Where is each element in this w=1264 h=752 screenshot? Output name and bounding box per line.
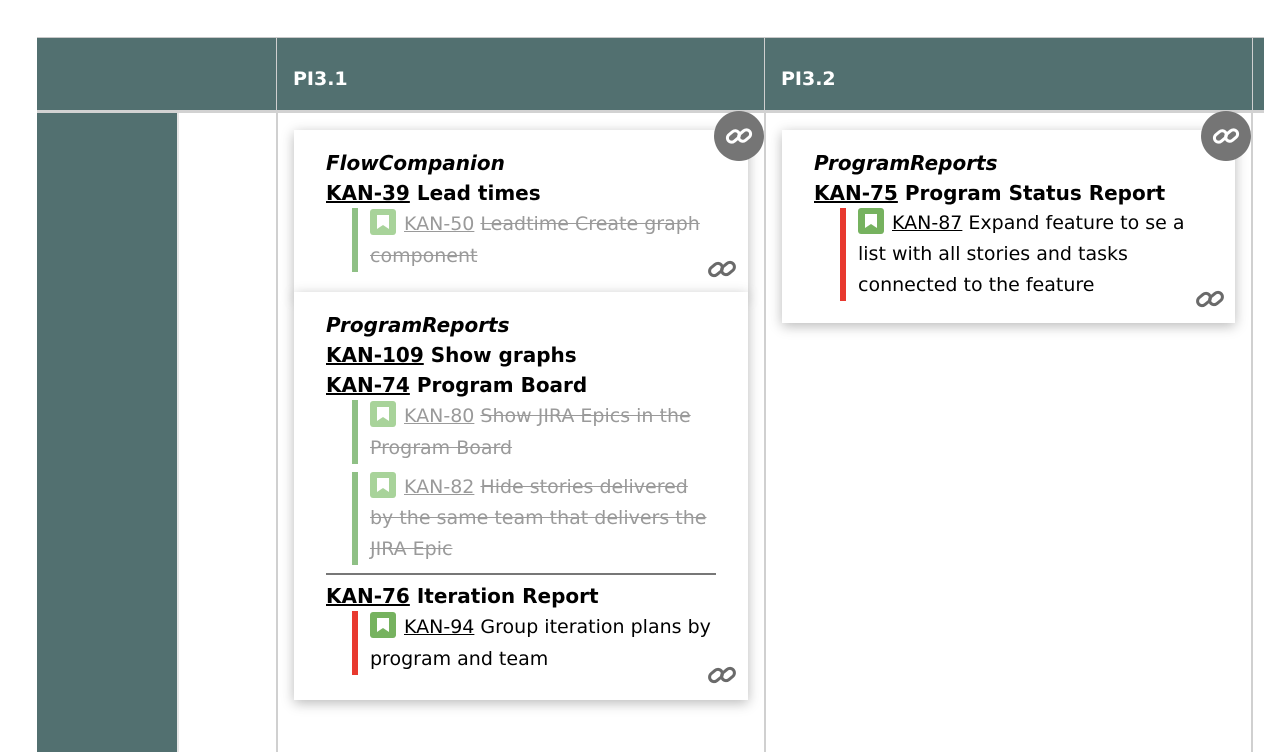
column-header-pi3-2: PI3.2 [764,38,1252,112]
project-name: FlowCompanion [326,151,505,175]
feature-key-link[interactable]: KAN-74 [326,373,410,397]
story-key-link[interactable]: KAN-80 [404,405,474,427]
column-header-label: PI3.1 [293,68,348,90]
bookmark-icon [858,208,884,234]
feature-row: KAN-76 Iteration Report [326,581,716,611]
feature-row: KAN-74 Program Board [326,370,716,400]
bookmark-icon [370,612,396,638]
column-divider [1251,113,1253,752]
header-divider [37,110,1264,113]
column-header-next [1252,38,1264,112]
column-header-label: PI3.2 [781,68,836,90]
project-name: ProgramReports [814,151,998,175]
feature-key-link[interactable]: KAN-75 [814,181,898,205]
column-divider [276,113,278,752]
project-name: ProgramReports [326,313,510,337]
link-icon[interactable] [707,254,737,284]
bookmark-icon [370,401,396,427]
bookmark-icon [370,209,396,235]
column-header-pi3-1: PI3.1 [276,38,764,112]
feature-title: Program Board [416,373,588,397]
feature-row: KAN-39 Lead times [326,178,716,208]
feature-key-link[interactable]: KAN-39 [326,181,410,205]
link-icon[interactable] [707,660,737,690]
feature-key-link[interactable]: KAN-76 [326,584,410,608]
story-item: KAN-82 Hide stories delivered by the sam… [352,472,716,565]
feature-title: Show graphs [430,343,577,367]
row-label [37,113,177,752]
feature-card[interactable]: FlowCompanion KAN-39 Lead times KAN-50 L… [294,130,748,296]
feature-card[interactable]: ProgramReports KAN-75 Program Status Rep… [782,130,1235,323]
story-item: KAN-87 Expand feature to se a list with … [840,208,1203,301]
feature-title: Lead times [416,181,541,205]
feature-title: Program Status Report [904,181,1166,205]
feature-row: KAN-75 Program Status Report [814,178,1203,208]
link-icon[interactable] [714,111,764,161]
link-icon[interactable] [1201,111,1251,161]
bookmark-icon [370,472,396,498]
feature-key-link[interactable]: KAN-109 [326,343,424,367]
story-item: KAN-94 Group iteration plans by program … [352,611,716,675]
link-icon[interactable] [1195,284,1225,314]
column-divider [177,113,179,752]
feature-row: KAN-109 Show graphs [326,340,716,370]
story-item: KAN-80 Show JIRA Epics in the Program Bo… [352,400,716,464]
story-key-link[interactable]: KAN-50 [404,213,474,235]
board-header: PI3.1 PI3.2 [37,37,1264,112]
story-key-link[interactable]: KAN-82 [404,476,474,498]
feature-card[interactable]: ProgramReports KAN-109 Show graphs KAN-7… [294,292,748,700]
feature-title: Iteration Report [416,584,599,608]
feature-separator [326,573,716,575]
story-key-link[interactable]: KAN-87 [892,212,962,234]
story-key-link[interactable]: KAN-94 [404,616,474,638]
column-divider [764,113,766,752]
story-item: KAN-50 Leadtime Create graph component [352,208,716,272]
